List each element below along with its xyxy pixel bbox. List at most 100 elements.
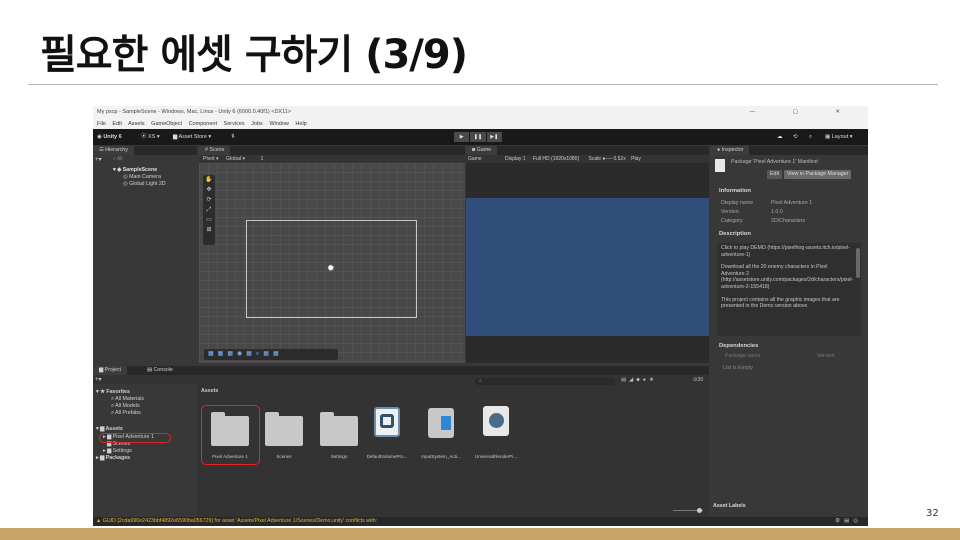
play-focus-dropdown[interactable]: Play — [631, 156, 641, 162]
play-button[interactable]: ▶ — [454, 132, 470, 142]
hierarchy-tabbar: ☰ Hierarchy — [93, 146, 197, 155]
snap-value[interactable]: 1 — [261, 156, 264, 162]
asset-store-dropdown[interactable]: ▆ Asset Store ▾ — [173, 129, 211, 145]
global-dropdown[interactable]: Global ▾ — [226, 156, 245, 162]
transform-tool-icon[interactable]: ⊞ — [204, 226, 214, 235]
history-icon[interactable]: ⟲ — [793, 129, 798, 145]
search-icon[interactable]: ⌕ — [809, 129, 812, 145]
window-controls[interactable]: — ▢ ✕ — [750, 106, 858, 119]
folder-icon — [265, 412, 303, 446]
unity-scene-icon: ▾ ◈ — [113, 167, 123, 173]
hierarchy-search-input[interactable]: ⌕ All — [113, 156, 122, 162]
main-toolbar: ◉ Unity 6 ⦿ XS ▾ ▆ Asset Store ▾ ⥮ ▶ ❚❚ … — [93, 129, 868, 145]
menu-assets[interactable]: Assets — [128, 121, 145, 127]
tab-hierarchy[interactable]: ☰ Hierarchy — [93, 146, 134, 155]
scene-tabbar: # Scene — [199, 146, 465, 155]
status-message: GUID [2cda990e2423bbf4892e6590ba056729] … — [102, 518, 378, 524]
step-button[interactable]: ▶❚ — [486, 132, 502, 142]
package-title: Package 'Pixel Adventure 1' Manifest — [731, 159, 818, 165]
document-icon — [715, 159, 725, 172]
cloud-icon: ⦿ — [141, 134, 149, 140]
project-breadcrumb[interactable]: Assets — [201, 388, 218, 395]
menu-help[interactable]: Help — [295, 121, 306, 127]
hand-tool-icon[interactable]: ✋ — [204, 176, 214, 185]
menu-services[interactable]: Services — [224, 121, 245, 127]
create-asset-button[interactable]: +▾ — [95, 376, 102, 383]
favorite-item[interactable]: ⌕ All Models — [111, 403, 140, 410]
scale-slider[interactable]: Scale ●---- 0.52x — [589, 156, 626, 162]
inspector-tabbar: ● Inspector — [711, 146, 868, 155]
scale-tool-icon[interactable]: ⤢ — [204, 206, 214, 215]
dep-column-version: Version — [817, 353, 835, 359]
version-control-icon[interactable]: ⥮ — [231, 129, 235, 145]
menu-component[interactable]: Component — [189, 121, 217, 127]
project-search-input[interactable]: ⌕ — [475, 378, 615, 385]
rect-tool-icon[interactable]: ▭ — [204, 216, 214, 225]
pivot-dropdown[interactable]: Pivot ▾ — [203, 156, 219, 162]
menu-file[interactable]: File — [97, 121, 106, 127]
info-key-version: Version — [721, 209, 739, 215]
info-value-category: 2D/Characters — [771, 218, 806, 224]
account-dropdown[interactable]: ⦿ XS ▾ — [141, 129, 160, 145]
cloud-services-icon[interactable]: ☁ — [777, 129, 783, 145]
unity-account-button[interactable]: ◉ Unity 6 — [97, 129, 122, 145]
info-value-display-name: Pixel Adventure 1 — [771, 200, 813, 206]
view-in-package-manager-button[interactable]: View in Package Manager — [784, 170, 852, 179]
menu-window[interactable]: Window — [269, 121, 289, 127]
favorite-item[interactable]: ⌕ All Prefabs — [111, 410, 141, 417]
favorite-item[interactable]: ⌕ All Materials — [111, 396, 144, 403]
window-title-bar: My pscp - SampleScene - Windows, Mac, Li… — [93, 106, 868, 119]
dep-column-package: Package name — [725, 353, 761, 359]
slider-handle[interactable] — [697, 508, 702, 513]
description-paragraph: Download all the 20 enemy characters in … — [721, 264, 854, 290]
game-mode-dropdown[interactable]: Game — [468, 156, 482, 162]
assets-tree-header[interactable]: ▾ ▆ Assets — [96, 426, 123, 433]
hidden-count: ⊘30 — [693, 377, 704, 383]
render-pipeline-icon — [483, 406, 509, 436]
favorites-header[interactable]: ▾ ★ Favorites — [96, 389, 130, 396]
display-dropdown[interactable]: Display 1 — [505, 156, 526, 162]
tab-scene[interactable]: # Scene — [199, 146, 231, 155]
menu-edit[interactable]: Edit — [112, 121, 121, 127]
slide-title: 필요한 에셋 구하기 (3/9) — [40, 32, 468, 78]
pause-button[interactable]: ❚❚ — [470, 132, 486, 142]
status-bar[interactable]: ▲ GUID [2cda990e2423bbf4892e6590ba056729… — [93, 517, 713, 526]
light-gizmo-icon[interactable]: ✹ — [327, 263, 335, 274]
resolution-dropdown[interactable]: Full HD (1920x1080) — [533, 156, 579, 162]
hierarchy-item-main-camera[interactable]: ◎ Main Camera — [123, 174, 161, 181]
tab-project[interactable]: ▆ Project — [93, 366, 128, 375]
game-tabbar: ◙ Game — [466, 146, 709, 155]
hierarchy-item-samplescene[interactable]: ▾ ◈ SampleScene — [113, 167, 157, 174]
tree-highlight-box — [99, 433, 171, 443]
hierarchy-item-global-light[interactable]: ◎ Global Light 2D — [123, 181, 166, 188]
project-filter-icons[interactable]: ▤◢⬥●★ — [621, 377, 657, 384]
menu-gameobject[interactable]: GameObject — [151, 121, 182, 127]
menu-bar: File Edit Assets GameObject Component Se… — [93, 119, 868, 129]
unity-screenshot: My pscp - SampleScene - Windows, Mac, Li… — [93, 106, 868, 526]
footer-band — [0, 528, 960, 540]
rotate-tool-icon[interactable]: ⟳ — [204, 196, 214, 205]
game-toolbar: Game Display 1 Full HD (1920x1080) Scale… — [466, 155, 709, 163]
project-tabbar: ▆ Project ▤ Console — [93, 366, 709, 375]
tab-console[interactable]: ▤ Console — [143, 366, 177, 375]
asset-labels-header: Asset Labels — [713, 503, 746, 509]
packages-tree-header[interactable]: ▸ ▆ Packages — [96, 455, 130, 462]
asset-label: DefaultVolumePro... — [366, 454, 408, 459]
add-object-button[interactable]: +▾ — [95, 156, 102, 163]
description-scrollbar[interactable] — [856, 248, 860, 278]
description-text-box[interactable]: Click to play DEMO (https://pixelfrog-as… — [717, 243, 861, 336]
move-tool-icon[interactable]: ✥ — [204, 186, 214, 195]
menu-jobs[interactable]: Jobs — [251, 121, 263, 127]
status-bar-right[interactable]: ⚙▤◎ — [713, 517, 868, 526]
input-actions-icon — [428, 408, 454, 438]
info-value-version: 1.0.0 — [771, 209, 783, 215]
tree-item-settings[interactable]: ▸ ▆ Settings — [103, 448, 132, 455]
play-controls: ▶ ❚❚ ▶❚ — [454, 132, 502, 142]
edit-button[interactable]: Edit — [767, 170, 783, 179]
layout-dropdown[interactable]: ▦ Layout ▾ — [825, 129, 853, 145]
layout-icon: ▦ — [825, 134, 832, 140]
tab-inspector[interactable]: ● Inspector — [711, 146, 750, 155]
window-title: My pscp - SampleScene - Windows, Mac, Li… — [97, 109, 292, 115]
tab-game[interactable]: ◙ Game — [466, 146, 498, 155]
scene-overlay-toolbar[interactable]: ▦▦▦◉▦⌕▦▦ — [204, 349, 338, 360]
